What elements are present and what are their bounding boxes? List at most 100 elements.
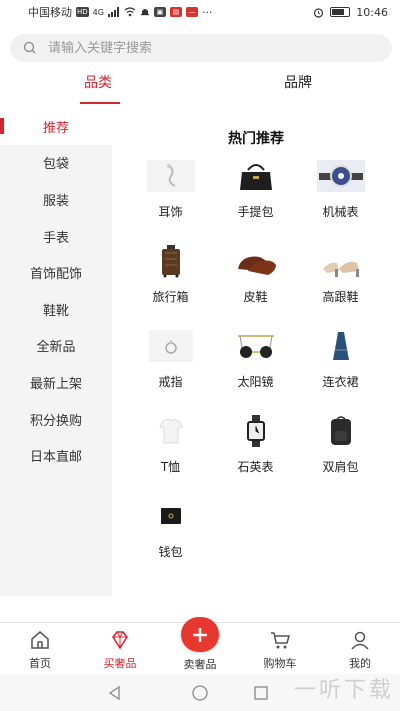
category-item-label: 太阳镜	[237, 375, 274, 389]
category-item-label: 双肩包	[322, 460, 359, 474]
tab-underline	[80, 102, 120, 104]
search-input[interactable]	[48, 40, 368, 56]
category-item-dress[interactable]: 连衣裙	[298, 326, 383, 411]
status-bar: 中国移动 HD 4G ▣ ▤ — ··· 10:46	[0, 0, 400, 24]
hd-badge: HD	[76, 7, 89, 17]
sidebar-item-label: 手表	[42, 230, 69, 246]
sidebar-item-label: 最新上架	[29, 376, 82, 392]
sidebar-item-jewelry[interactable]: 首饰配饰	[0, 254, 112, 291]
category-item-label: 手提包	[237, 205, 274, 219]
suitcase-icon	[145, 243, 197, 279]
nav-sell-luxury[interactable]: 卖奢品	[160, 617, 240, 672]
category-item-label: 耳饰	[158, 205, 183, 219]
alarm-icon	[314, 7, 324, 18]
home-icon	[31, 631, 49, 649]
category-item-label: 机械表	[322, 205, 359, 219]
watch-icon	[315, 158, 367, 194]
sidebar-item-label: 首饰配饰	[29, 267, 82, 283]
tab-category[interactable]: 品类	[84, 72, 112, 92]
user-icon	[351, 631, 369, 650]
status-right: 10:46	[313, 6, 388, 19]
notification-bell-icon	[140, 9, 149, 16]
diamond-icon	[112, 631, 128, 650]
network-label: 4G	[92, 7, 104, 17]
sidebar-item-shoes[interactable]: 鞋靴	[0, 291, 112, 328]
sell-button[interactable]	[181, 617, 219, 652]
sidebar-item-brand-new[interactable]: 全新品	[0, 328, 112, 365]
sidebar-item-label: 推荐	[42, 120, 69, 136]
section-title: 热门推荐	[228, 131, 284, 147]
earring-icon	[145, 158, 197, 194]
category-item-label: 戒指	[158, 375, 183, 389]
category-item-label: 钱包	[158, 545, 183, 559]
category-item-label: T恤	[160, 460, 181, 474]
search-icon	[23, 41, 36, 54]
product-category-grid: 耳饰 手提包 机械表 旅行箱 皮鞋 高跟鞋 戒指 太阳镜 连衣裙 T恤 石英表 …	[128, 156, 384, 581]
watermark-text: 一听下载	[293, 678, 394, 703]
category-item-high-heels[interactable]: 高跟鞋	[298, 241, 383, 326]
nav-label: 买奢品	[103, 657, 137, 670]
sidebar-item-new-arrivals[interactable]: 最新上架	[0, 364, 112, 401]
nav-home[interactable]: 首页	[0, 623, 80, 672]
quartz-watch-icon	[230, 413, 282, 449]
sidebar-item-label: 全新品	[36, 340, 76, 356]
nav-cart[interactable]: 购物车	[240, 623, 320, 672]
nav-buy-luxury[interactable]: 买奢品	[80, 623, 160, 672]
category-sidebar: 推荐 包袋 服装 手表 首饰配饰 鞋靴 全新品 最新上架 积分换购 日本直邮	[0, 108, 112, 596]
signal-icon	[107, 7, 119, 17]
sidebar-item-label: 包袋	[42, 157, 69, 173]
sidebar-item-clothing[interactable]: 服装	[0, 181, 112, 218]
category-item-quartz-watch[interactable]: 石英表	[213, 411, 298, 496]
category-item-label: 连衣裙	[322, 375, 359, 389]
battery-icon	[330, 7, 351, 17]
nav-label: 我的	[349, 657, 371, 670]
wifi-icon	[124, 7, 136, 17]
sidebar-item-recommend[interactable]: 推荐	[0, 108, 112, 145]
category-item-label: 皮鞋	[243, 290, 268, 304]
search-bar[interactable]	[10, 34, 392, 62]
sidebar-item-points-exchange[interactable]: 积分换购	[0, 401, 112, 438]
leather-shoes-icon	[230, 243, 282, 279]
sunglasses-icon	[230, 328, 282, 364]
tab-brand[interactable]: 品牌	[284, 72, 312, 92]
category-item-suitcase[interactable]: 旅行箱	[128, 241, 213, 326]
carrier-label: 中国移动	[28, 6, 72, 19]
category-item-backpack[interactable]: 双肩包	[298, 411, 383, 496]
category-item-wallet[interactable]: 钱包	[128, 496, 213, 581]
handbag-icon	[230, 158, 282, 194]
category-item-tshirt[interactable]: T恤	[128, 411, 213, 496]
sidebar-item-label: 日本直邮	[29, 450, 82, 466]
recent-apps-icon[interactable]	[252, 684, 270, 702]
dress-icon	[315, 328, 367, 364]
nav-label: 卖奢品	[183, 658, 217, 671]
sidebar-item-label: 服装	[42, 193, 69, 209]
category-item-mechanical-watch[interactable]: 机械表	[298, 156, 383, 241]
nav-mine[interactable]: 我的	[320, 623, 400, 672]
sidebar-item-bags[interactable]: 包袋	[0, 145, 112, 182]
top-tabs: 品类 品牌	[0, 64, 400, 104]
category-item-label: 旅行箱	[152, 290, 189, 304]
bottom-nav: 首页 买奢品 卖奢品 购物车 我的	[0, 617, 400, 672]
nav-label: 购物车	[263, 657, 297, 670]
plus-icon	[193, 627, 207, 642]
category-item-sunglasses[interactable]: 太阳镜	[213, 326, 298, 411]
category-item-ring[interactable]: 戒指	[128, 326, 213, 411]
tshirt-icon	[145, 413, 197, 449]
home-circle-icon[interactable]	[191, 684, 209, 702]
category-item-leather-shoes[interactable]: 皮鞋	[213, 241, 298, 326]
back-icon[interactable]	[106, 684, 124, 702]
ring-icon	[145, 328, 197, 364]
more-dots-icon: ···	[201, 5, 213, 19]
category-item-handbag[interactable]: 手提包	[213, 156, 298, 241]
clock-label: 10:46	[356, 5, 388, 19]
wallet-icon	[145, 498, 197, 534]
sidebar-item-japan-direct[interactable]: 日本直邮	[0, 437, 112, 474]
nav-label: 首页	[29, 657, 51, 670]
status-left: 中国移动 HD 4G ▣ ▤ — ···	[28, 4, 212, 20]
app-notice-icon-3: —	[185, 7, 198, 17]
high-heels-icon	[315, 243, 367, 279]
category-item-earrings[interactable]: 耳饰	[128, 156, 213, 241]
sidebar-item-watches[interactable]: 手表	[0, 218, 112, 255]
category-content: 热门推荐 耳饰 手提包 机械表 旅行箱 皮鞋 高跟鞋 戒指 太阳镜 连衣裙 T恤…	[112, 108, 400, 596]
category-item-label: 石英表	[237, 460, 274, 474]
